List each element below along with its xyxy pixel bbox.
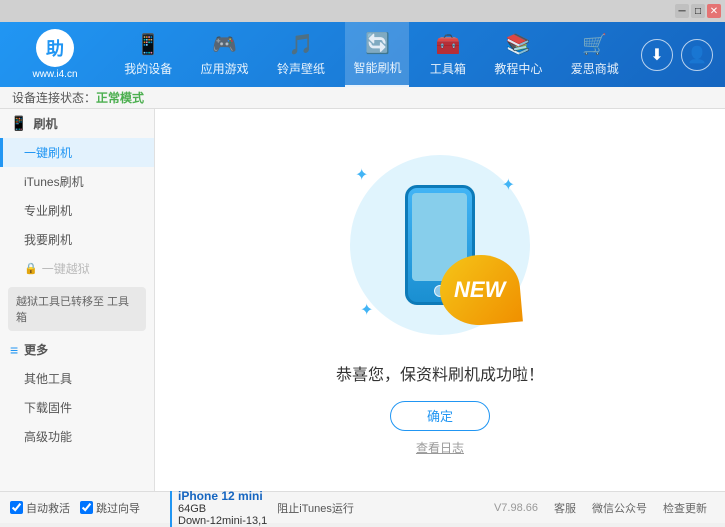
nav-flash[interactable]: 🔄 智能刷机 <box>345 22 409 87</box>
sidebar-section-flash: 📱 刷机 <box>0 109 154 138</box>
stop-itunes-label[interactable]: 阻止iTunes运行 <box>267 503 354 515</box>
tutorials-icon: 📚 <box>506 32 531 57</box>
version-text: V7.98.66 <box>494 502 538 514</box>
skip-guide-checkbox[interactable]: 跳过向导 <box>80 500 140 516</box>
auto-rescue-checkbox[interactable]: 自动救活 <box>10 500 70 516</box>
lock-icon: 🔒 <box>24 262 38 275</box>
status-prefix: 设备连接状态： <box>12 89 96 106</box>
skip-guide-input[interactable] <box>80 501 93 514</box>
nav-toolbox[interactable]: 🧰 工具箱 <box>422 22 474 87</box>
bottom-device-info: iPhone 12 mini 64GB Down-12mini-13,1 <box>170 489 267 527</box>
user-btn[interactable]: 👤 <box>681 39 713 71</box>
bottom-bar: 自动救活 跳过向导 iPhone 12 mini 64GB Down-12min… <box>0 491 725 523</box>
nav-right-actions: ⬇ 👤 <box>633 39 725 71</box>
bottom-right: V7.98.66 客服 微信公众号 检查更新 <box>486 500 715 516</box>
download-btn[interactable]: ⬇ <box>641 39 673 71</box>
content-area: ✦ ✦ ✦ NEW 恭喜您，保资料刷机成功啦！ 确定 查看日志 <box>155 109 725 491</box>
flash-icon: 🔄 <box>365 31 390 56</box>
flash-section-label: 刷机 <box>33 115 57 132</box>
shop-icon: 🛒 <box>582 32 607 57</box>
top-nav: 助 www.i4.cn 📱 我的设备 🎮 应用游戏 🎵 铃声壁纸 🔄 智能刷机 … <box>0 22 725 87</box>
my-device-icon: 📱 <box>136 32 161 57</box>
device-version: Down-12mini-13,1 <box>178 515 267 527</box>
maximize-btn[interactable]: □ <box>691 4 705 18</box>
sidebar-item-other-tools[interactable]: 其他工具 <box>0 364 154 393</box>
toolbox-icon: 🧰 <box>435 32 460 57</box>
check-update-link[interactable]: 检查更新 <box>663 500 707 516</box>
new-badge-text: NEW <box>454 277 505 303</box>
bottom-center: 阻止iTunes运行 <box>267 500 486 516</box>
wechat-link[interactable]: 微信公众号 <box>592 500 647 516</box>
sparkle-2: ✦ <box>502 175 515 195</box>
nav-apps[interactable]: 🎮 应用游戏 <box>193 22 257 87</box>
sidebar-item-onekey[interactable]: 一键刷机 <box>0 138 154 167</box>
title-bar: ─ □ ✕ <box>0 0 725 22</box>
log-link[interactable]: 查看日志 <box>416 439 464 456</box>
flash-section-icon: 📱 <box>10 115 27 132</box>
ringtones-icon: 🎵 <box>289 32 314 57</box>
sidebar: 📱 刷机 一键刷机 iTunes刷机 专业刷机 我要刷机 🔒 一键越狱 越狱工具… <box>0 109 155 491</box>
sidebar-item-download-fw[interactable]: 下载固件 <box>0 393 154 422</box>
more-section-icon: ≡ <box>10 342 18 358</box>
logo-subtext: www.i4.cn <box>32 69 77 80</box>
more-section-label: 更多 <box>24 341 48 358</box>
sidebar-item-itunes[interactable]: iTunes刷机 <box>0 167 154 196</box>
sidebar-item-pro[interactable]: 专业刷机 <box>0 196 154 225</box>
confirm-button[interactable]: 确定 <box>390 401 490 431</box>
apps-icon: 🎮 <box>212 32 237 57</box>
logo-area: 助 www.i4.cn <box>0 21 110 88</box>
sidebar-section-more: ≡ 更多 <box>0 335 154 364</box>
sparkle-3: ✦ <box>360 300 373 320</box>
success-content: ✦ ✦ ✦ NEW 恭喜您，保资料刷机成功啦！ 确定 查看日志 <box>336 145 544 456</box>
sidebar-item-jailbreak: 🔒 一键越狱 <box>0 254 154 283</box>
status-bar: 设备连接状态： 正常模式 <box>0 87 725 109</box>
nav-items: 📱 我的设备 🎮 应用游戏 🎵 铃声壁纸 🔄 智能刷机 🧰 工具箱 📚 教程中心… <box>110 22 633 87</box>
bottom-left: 自动救活 跳过向导 <box>10 500 170 516</box>
status-value: 正常模式 <box>96 89 144 106</box>
sidebar-item-myflash[interactable]: 我要刷机 <box>0 225 154 254</box>
phone-illustration: ✦ ✦ ✦ NEW <box>340 145 540 345</box>
sparkle-1: ✦ <box>355 165 368 185</box>
nav-shop[interactable]: 🛒 爱思商城 <box>563 22 627 87</box>
nav-tutorials[interactable]: 📚 教程中心 <box>486 22 550 87</box>
close-btn[interactable]: ✕ <box>707 4 721 18</box>
auto-rescue-input[interactable] <box>10 501 23 514</box>
main-layout: 📱 刷机 一键刷机 iTunes刷机 专业刷机 我要刷机 🔒 一键越狱 越狱工具… <box>0 109 725 491</box>
nav-my-device[interactable]: 📱 我的设备 <box>116 22 180 87</box>
sidebar-item-advanced[interactable]: 高级功能 <box>0 422 154 451</box>
device-storage: 64GB <box>178 503 267 515</box>
sidebar-notice: 越狱工具已转移至 工具箱 <box>8 287 146 331</box>
minimize-btn[interactable]: ─ <box>675 4 689 18</box>
logo-icon: 助 <box>36 29 74 67</box>
success-text: 恭喜您，保资料刷机成功啦！ <box>336 361 544 385</box>
customer-service-link[interactable]: 客服 <box>554 500 576 516</box>
nav-ringtones[interactable]: 🎵 铃声壁纸 <box>269 22 333 87</box>
